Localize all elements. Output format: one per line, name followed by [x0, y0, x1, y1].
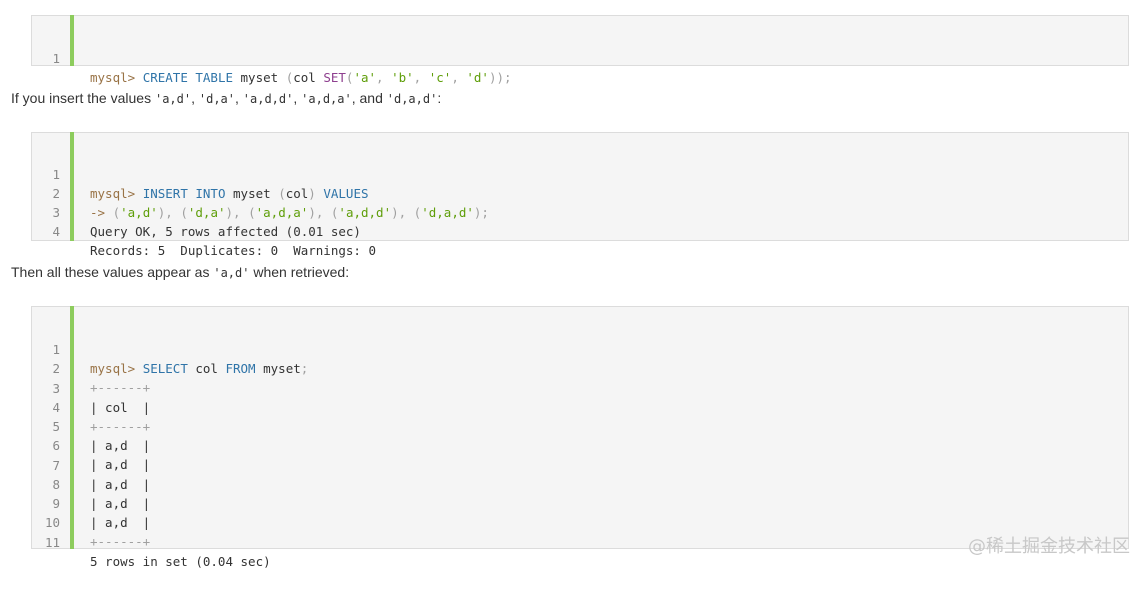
code-text: Records: 5 Duplicates: 0 Warnings: 0 [90, 243, 376, 258]
code-block-insert: 1 mysql> INSERT INTO myset (col) VALUES … [31, 132, 1129, 258]
code-line: 11 5 rows in set (0.04 sec) [32, 514, 1128, 569]
code-line: 5 | a,d | [32, 398, 1128, 453]
inline-code: 'd,a' [198, 92, 235, 106]
code-line: 2 +------+ [32, 340, 1128, 395]
code-line: 4 +------+ [32, 379, 1128, 434]
mysql-prompt: mysql> [90, 70, 136, 85]
line-number: 11 [44, 535, 60, 550]
prose-text: , [191, 90, 199, 106]
prose-text: , [235, 90, 243, 106]
code-line: 4 Records: 5 Duplicates: 0 Warnings: 0 [32, 203, 1128, 258]
sql-keyword: CREATE TABLE [142, 70, 233, 85]
watermark: @稀土掘金技术社区 [968, 536, 1130, 557]
prose-text: Then all these values appear as [11, 264, 214, 280]
prose-text: , and [351, 90, 387, 106]
string-literal: 'c' [428, 70, 452, 85]
inline-code: 'd,a,d' [386, 92, 438, 106]
code-block-create-table: 1 mysql> CREATE TABLE myset (col SET('a'… [31, 15, 1129, 85]
string-literal: 'b' [391, 70, 414, 85]
prose-text: If you insert the values [11, 90, 155, 106]
inline-code: 'a,d' [213, 266, 250, 280]
code-line: 1 mysql> SELECT col FROM myset; [32, 321, 1128, 376]
code-line: 7 | a,d | [32, 437, 1128, 492]
inline-code: 'a,d,d' [242, 92, 294, 106]
code-line: 2 -> ('a,d'), ('d,a'), ('a,d,a'), ('a,d,… [32, 165, 1128, 220]
inline-code: 'a,d,a' [301, 92, 352, 106]
code-line: 10 +------+ [32, 494, 1128, 549]
code-text: Query OK, 5 rows affected (0.01 sec) [90, 224, 361, 239]
prose-text: : [437, 90, 442, 106]
prose-text: when retrieved: [249, 264, 350, 280]
code-text: +------+ [90, 534, 151, 549]
paragraph-insert-values: If you insert the values 'a,d', 'd,a', '… [11, 88, 441, 109]
line-number: 4 [52, 224, 60, 239]
code-line: 3 Query OK, 5 rows affected (0.01 sec) [32, 184, 1128, 239]
code-line: 6 | a,d | [32, 417, 1128, 472]
string-literal: 'd' [466, 70, 489, 85]
prose-text: , [293, 90, 302, 106]
paragraph-retrieved: Then all these values appear as 'a,d' wh… [11, 262, 349, 283]
punct: )); [488, 70, 512, 85]
inline-code: 'a,d' [154, 92, 192, 106]
string-literal: 'a' [353, 70, 377, 85]
code-line: 1 mysql> CREATE TABLE myset (col SET('a'… [32, 30, 1128, 85]
code-line: 8 | a,d | [32, 456, 1128, 511]
code-line: 9 | a,d | [32, 475, 1128, 530]
punct: , [376, 70, 392, 85]
punct: , [451, 70, 467, 85]
code-text: 5 rows in set (0.04 sec) [90, 554, 271, 569]
punct: , [413, 70, 429, 85]
code-block-select: 1 mysql> SELECT col FROM myset; 2 +-----… [31, 306, 1129, 569]
column-name: col [293, 70, 316, 85]
code-line: 3 | col | [32, 360, 1128, 415]
sql-type: SET [323, 70, 346, 85]
table-name: myset [240, 70, 279, 85]
line-number: 1 [52, 51, 60, 66]
code-line: 1 mysql> INSERT INTO myset (col) VALUES [32, 146, 1128, 201]
code-text: mysql> CREATE TABLE myset (col SET('a', … [90, 68, 512, 87]
